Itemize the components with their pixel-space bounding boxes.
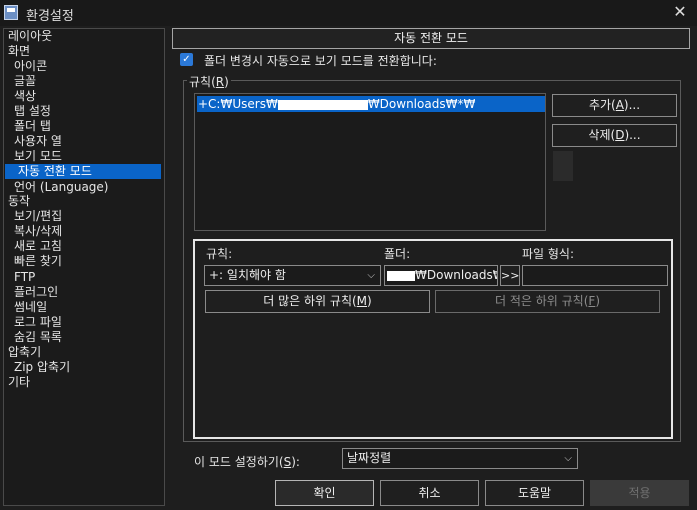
rules-group-label: 규칙(R) [187,73,231,90]
tree-item-layout[interactable]: 레이아웃 [6,29,54,44]
folder-field[interactable]: ₩Downloads₩* [384,265,498,286]
filetype-label: 파일 형식: [522,247,575,261]
redacted-folder [387,270,415,281]
apply-button[interactable]: 적용 [590,480,689,506]
mode-select-value: 날짜정렬 [347,451,392,465]
tree-item-tab-settings[interactable]: 탭 설정 [12,104,53,119]
redacted-username [277,99,368,110]
rules-list-item[interactable]: +C:₩Users₩ ₩Downloads₩*₩ [197,96,545,112]
tree-item-colors[interactable]: 색상 [12,89,38,104]
help-button[interactable]: 도움말 [485,480,584,506]
rule-label: 규칙: [206,247,233,261]
folder-label: 폴더: [384,247,411,261]
more-subrules-button[interactable]: 더 많은 하위 규칙(M) [205,290,430,313]
tree-item-language[interactable]: 언어 (Language) [12,180,110,195]
tree-item-auto-switch-mode[interactable]: 자동 전환 모드 [5,164,161,179]
auto-switch-checkbox-label[interactable]: 폴더 변경시 자동으로 보기 모드를 전환합니다: [204,52,437,69]
tree-item-user-columns[interactable]: 사용자 열 [12,134,64,149]
tree-item-thumbnails[interactable]: 썸네일 [12,300,49,315]
delete-rule-button[interactable]: 삭제(D)... [552,124,677,147]
tree-item-display[interactable]: 화면 [6,44,32,59]
tree-item-fonts[interactable]: 글꼴 [12,74,38,89]
title-bar: 환경설정 ✕ [0,0,697,26]
chevron-down-icon: ⌵ [367,270,375,281]
settings-tree[interactable]: 레이아웃 화면 아이콘 글꼴 색상 탭 설정 폴더 탭 사용자 열 보기 모드 … [3,28,165,506]
rule-order-control [553,151,573,181]
section-title: 자동 전환 모드 [172,28,690,49]
folder-browse-button[interactable]: >> [500,265,520,286]
tree-item-refresh[interactable]: 새로 고침 [12,239,64,254]
window-title: 환경설정 [26,9,74,24]
tree-item-view-edit[interactable]: 보기/편집 [12,209,64,224]
app-icon [4,5,18,20]
tree-item-ftp[interactable]: FTP [12,270,37,285]
tree-item-archivers[interactable]: 압축기 [6,345,43,360]
mode-setting-label: 이 모드 설정하기(S): [194,455,300,469]
rule-type-value: +: 일치해야 함 [209,268,286,282]
close-icon[interactable]: ✕ [671,2,689,22]
fewer-subrules-button[interactable]: 더 적은 하위 규칙(F) [435,290,660,313]
tree-item-folder-tabs[interactable]: 폴더 탭 [12,119,53,134]
tree-item-log-file[interactable]: 로그 파일 [12,315,64,330]
tree-item-copy-delete[interactable]: 복사/삭제 [12,224,64,239]
ok-button[interactable]: 확인 [275,480,374,506]
filetype-field[interactable] [522,265,668,286]
tree-item-plugins[interactable]: 플러그인 [12,285,60,300]
rule-path-prefix: +C:₩Users₩ [198,97,278,111]
tree-item-misc[interactable]: 기타 [6,375,32,390]
add-rule-button[interactable]: 추가(A)... [552,94,677,117]
chevron-down-icon: ⌵ [564,453,572,464]
mode-select[interactable]: 날짜정렬 ⌵ [342,448,578,469]
tree-item-quick-find[interactable]: 빠른 찾기 [12,254,64,269]
rule-type-select[interactable]: +: 일치해야 함 ⌵ [204,265,381,286]
tree-item-hidden-list[interactable]: 숨김 목록 [12,330,64,345]
rules-list[interactable]: +C:₩Users₩ ₩Downloads₩*₩ [194,93,546,231]
rule-path-suffix: ₩Downloads₩*₩ [367,97,476,111]
tree-item-behavior[interactable]: 동작 [6,194,32,209]
folder-value: ₩Downloads₩* [415,268,497,282]
auto-switch-checkbox[interactable]: ✓ [180,53,193,66]
cancel-button[interactable]: 취소 [380,480,479,506]
tree-item-zip-archiver[interactable]: Zip 압축기 [12,360,72,375]
tree-item-icons[interactable]: 아이콘 [12,59,49,74]
tree-item-view-mode[interactable]: 보기 모드 [12,149,64,164]
